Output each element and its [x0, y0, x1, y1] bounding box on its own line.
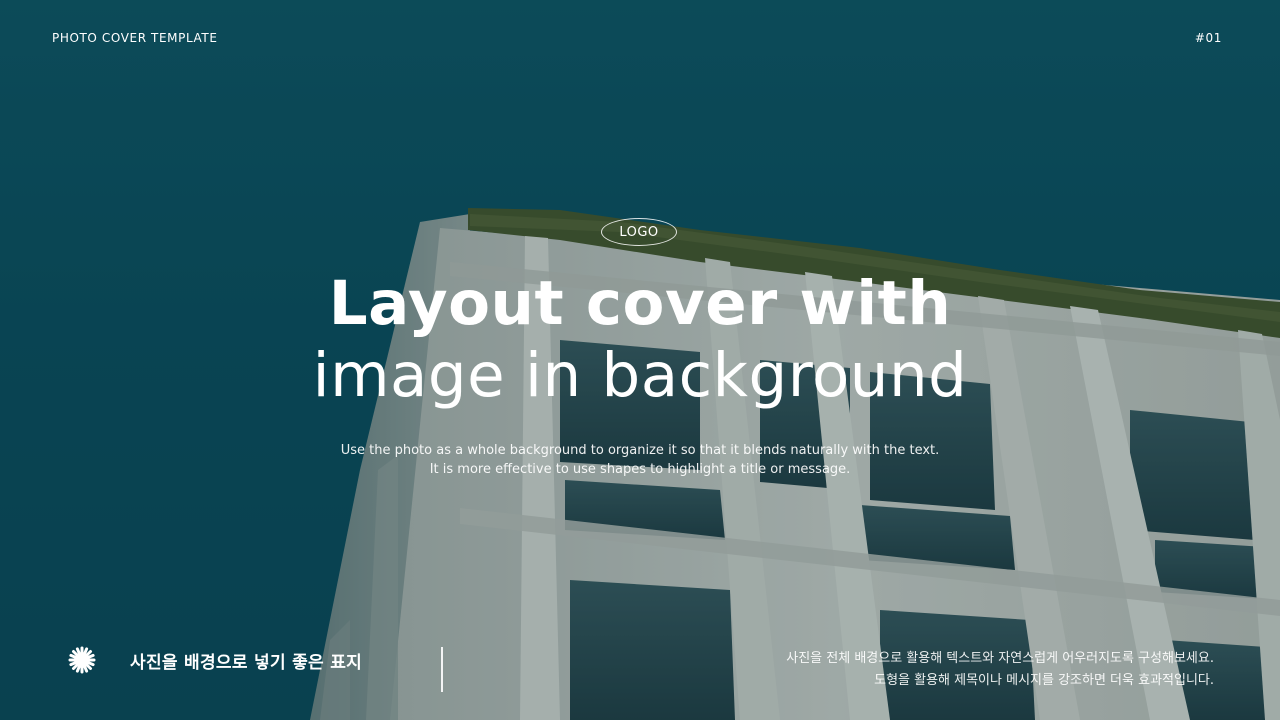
footer-label-group: 사진을 배경으로 넣기 좋은 표지 — [68, 646, 362, 674]
title-line-2: image in background — [312, 340, 968, 411]
cover-subtitle: Use the photo as a whole background to o… — [290, 441, 990, 479]
template-label: PHOTO COVER TEMPLATE — [52, 31, 218, 45]
footer-description-line-1: 사진을 전체 배경으로 활용해 텍스트와 자연스럽게 어우러지도록 구성해보세요… — [786, 651, 1214, 666]
footer-description: 사진을 전체 배경으로 활용해 텍스트와 자연스럽게 어우러지도록 구성해보세요… — [654, 648, 1214, 692]
footer-divider — [441, 647, 443, 692]
footer-description-line-2: 도형을 활용해 제목이나 메시지를 강조하면 더욱 효과적입니다. — [874, 673, 1214, 688]
logo-badge: LOGO — [601, 218, 677, 246]
logo-text: LOGO — [619, 224, 659, 240]
footer-title: 사진을 배경으로 넣기 좋은 표지 — [130, 652, 363, 673]
title-line-1: Layout cover with — [328, 268, 952, 339]
subtitle-line-2: It is more effective to use shapes to hi… — [429, 462, 851, 477]
slide-number: #01 — [1194, 31, 1222, 45]
subtitle-line-1: Use the photo as a whole background to o… — [340, 443, 940, 458]
asterisk-star-icon — [68, 646, 96, 674]
cover-slide: PHOTO COVER TEMPLATE #01 LOGO Layout cov… — [0, 0, 1280, 720]
cover-title: Layout cover with image in background — [240, 268, 1040, 412]
